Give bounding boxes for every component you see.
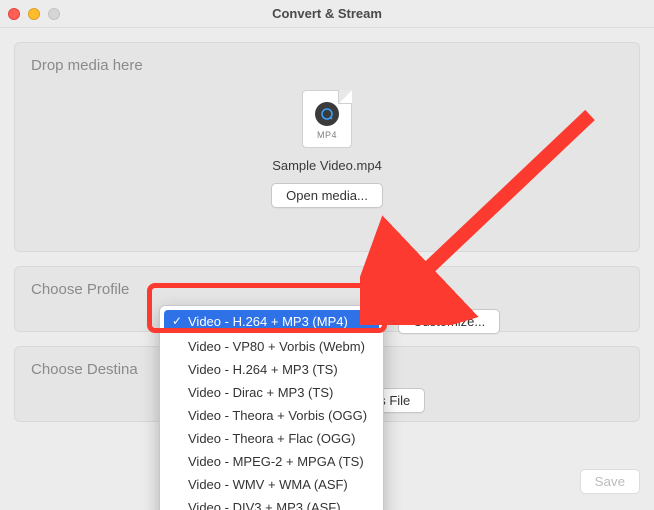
dropdown-item-selected[interactable]: Video - H.264 + MP3 (MP4) xyxy=(164,310,379,333)
dropdown-item[interactable]: Video - H.264 + MP3 (TS) xyxy=(160,358,383,381)
dropdown-item[interactable]: Video - VP80 + Vorbis (Webm) xyxy=(160,335,383,358)
file-dogear-icon xyxy=(338,90,352,104)
drop-body: MP4 Sample Video.mp4 Open media... xyxy=(31,84,623,208)
quicktime-icon xyxy=(315,102,339,126)
drop-media-title: Drop media here xyxy=(31,57,623,74)
dropdown-item[interactable]: Video - Dirac + MP3 (TS) xyxy=(160,381,383,404)
filename-label: Sample Video.mp4 xyxy=(272,158,382,173)
dropdown-item[interactable]: Video - MPEG-2 + MPGA (TS) xyxy=(160,450,383,473)
dropdown-item[interactable]: Video - Theora + Flac (OGG) xyxy=(160,427,383,450)
profile-dropdown[interactable]: Video - H.264 + MP3 (MP4) Video - VP80 +… xyxy=(159,305,384,510)
save-button[interactable]: Save xyxy=(580,469,640,494)
open-media-button[interactable]: Open media... xyxy=(271,183,383,208)
file-ext-label: MP4 xyxy=(317,130,337,140)
dropdown-item[interactable]: Video - WMV + WMA (ASF) xyxy=(160,473,383,496)
file-icon: MP4 xyxy=(302,90,352,148)
drop-media-panel[interactable]: Drop media here MP4 Sample Video.mp4 Ope… xyxy=(14,42,640,252)
window-title: Convert & Stream xyxy=(0,6,654,21)
dropdown-item[interactable]: Video - DIV3 + MP3 (ASF) xyxy=(160,496,383,510)
customize-button[interactable]: Customize... xyxy=(398,309,500,334)
choose-profile-title: Choose Profile xyxy=(31,281,623,298)
convert-stream-window: Convert & Stream Drop media here MP4 Sam… xyxy=(0,0,654,510)
dropdown-item[interactable]: Video - Theora + Vorbis (OGG) xyxy=(160,404,383,427)
titlebar: Convert & Stream xyxy=(0,0,654,28)
